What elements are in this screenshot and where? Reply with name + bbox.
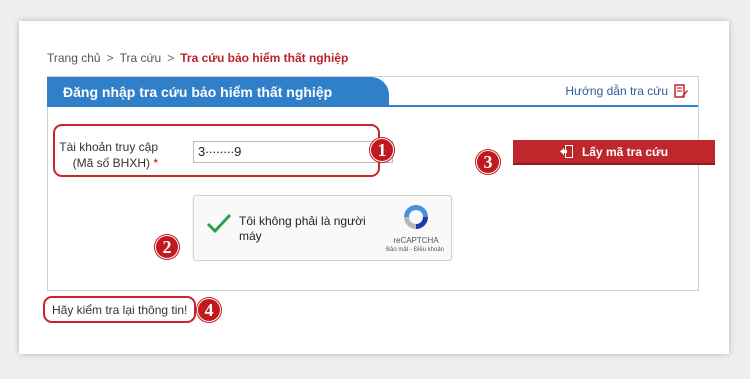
door-exit-icon [559,144,574,159]
breadcrumb-lookup[interactable]: Tra cứu [120,51,162,65]
annotation-badge-1: 1 [370,138,394,162]
checkmark-icon[interactable] [206,212,232,234]
annotation-badge-3: 3 [476,150,500,174]
recaptcha-brand: reCAPTCHA [393,236,439,245]
breadcrumb-separator: > [167,51,175,65]
get-lookup-code-button[interactable]: Lấy mã tra cứu [513,140,715,165]
recaptcha-widget: Tôi không phải là người máy reCAPTCHA Bả… [193,195,452,261]
annotation-badge-4: 4 [197,298,221,322]
captcha-label: Tôi không phải là người máy [239,214,366,243]
login-panel: Đăng nhập tra cứu bảo hiểm thất nghiệp H… [47,76,715,291]
breadcrumb-separator: > [106,51,114,65]
edit-document-icon [674,84,688,98]
annotation-outline-message [43,296,196,323]
breadcrumb-home[interactable]: Trang chủ [47,51,101,65]
breadcrumb-current: Tra cứu bảo hiểm thất nghiệp [180,51,349,65]
panel-header: Đăng nhập tra cứu bảo hiểm thất nghiệp H… [47,77,698,107]
get-lookup-code-label: Lấy mã tra cứu [581,144,669,159]
annotation-badge-2: 2 [155,235,179,259]
guide-link[interactable]: Hướng dẫn tra cứu [565,84,688,98]
annotation-outline-account [53,124,380,177]
guide-link-label: Hướng dẫn tra cứu [565,84,668,98]
panel-title: Đăng nhập tra cứu bảo hiểm thất nghiệp [47,77,389,107]
recaptcha-links[interactable]: Bảo mật - Điều khoản [376,247,454,253]
recaptcha-logo-icon [401,202,431,232]
breadcrumb: Trang chủ > Tra cứu > Tra cứu bảo hiểm thất … [47,51,348,65]
